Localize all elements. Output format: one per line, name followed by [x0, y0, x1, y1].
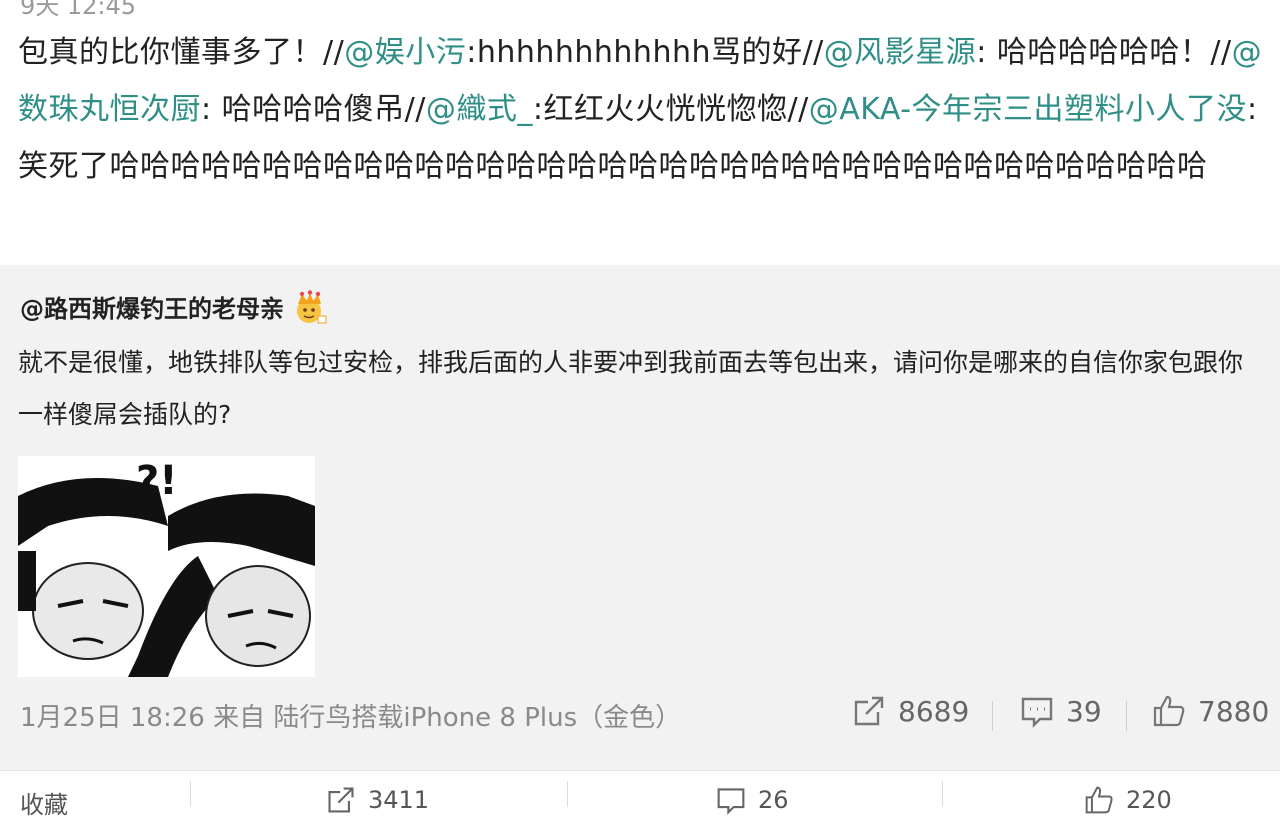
action-bar: 收藏 3411 26 220 [0, 770, 1280, 819]
thumbs-up-icon [1085, 786, 1113, 814]
divider [942, 781, 943, 807]
repost-button[interactable]: 8689 [852, 691, 969, 731]
comment-icon [717, 788, 745, 815]
bottom-comment-button[interactable]: 26 [716, 785, 789, 815]
favorite-button[interactable]: 收藏 [20, 785, 68, 820]
bottom-comment-count: 26 [758, 786, 789, 814]
meme-caption: ?! [136, 458, 177, 504]
original-post-card[interactable]: @路西斯爆钓王的老母亲 就不是很懂，地铁排队等包过安检，排我后面的人非要冲到我前… [0, 265, 1280, 770]
bottom-repost-button[interactable]: 3411 [326, 785, 429, 815]
mention-link[interactable]: @风影星源 [824, 35, 977, 70]
crown-vip-icon [292, 289, 328, 324]
bottom-like-count: 220 [1126, 786, 1172, 814]
divider [1126, 701, 1127, 731]
original-author-name[interactable]: @路西斯爆钓王的老母亲 [20, 289, 284, 324]
comment-count: 39 [1066, 694, 1102, 728]
divider [190, 781, 191, 807]
post-date: 1月25日 18:26 [20, 703, 205, 733]
thumbs-up-icon [1153, 695, 1185, 727]
divider [567, 781, 568, 807]
repost-icon [854, 696, 884, 726]
mention-link[interactable]: @娱小污 [344, 35, 466, 70]
comment-icon [1021, 697, 1053, 728]
meme-image[interactable]: ?! [18, 456, 315, 677]
original-text: 就不是很懂，地铁排队等包过安检，排我后面的人非要冲到我前面去等包出来，请问你是哪… [18, 348, 1244, 429]
repost-count: 8689 [898, 694, 970, 728]
like-count: 7880 [1198, 694, 1270, 728]
favorite-label: 收藏 [20, 791, 68, 819]
divider [992, 701, 993, 731]
post-source: 来自 陆行鸟搭载iPhone 8 Plus（金色） [213, 703, 682, 733]
like-button[interactable]: 7880 [1152, 691, 1269, 731]
bottom-repost-count: 3411 [368, 786, 430, 814]
comment-button[interactable]: 39 [1020, 691, 1102, 731]
mention-link[interactable]: @AKA-今年宗三出塑料小人了没 [809, 92, 1247, 127]
repost-icon [328, 787, 354, 813]
bottom-like-button[interactable]: 220 [1084, 785, 1172, 815]
original-author: @路西斯爆钓王的老母亲 [20, 289, 328, 324]
post-meta: 1月25日 18:26 来自 陆行鸟搭载iPhone 8 Plus（金色） [20, 697, 681, 734]
repost-text: 包真的比你懂事多了！//@娱小污:hhhhhhhhhhhh骂的好//@风影星源:… [18, 35, 1263, 184]
post-time: 9天 12:45 [20, 0, 137, 20]
mention-link[interactable]: @織式_ [426, 92, 533, 127]
